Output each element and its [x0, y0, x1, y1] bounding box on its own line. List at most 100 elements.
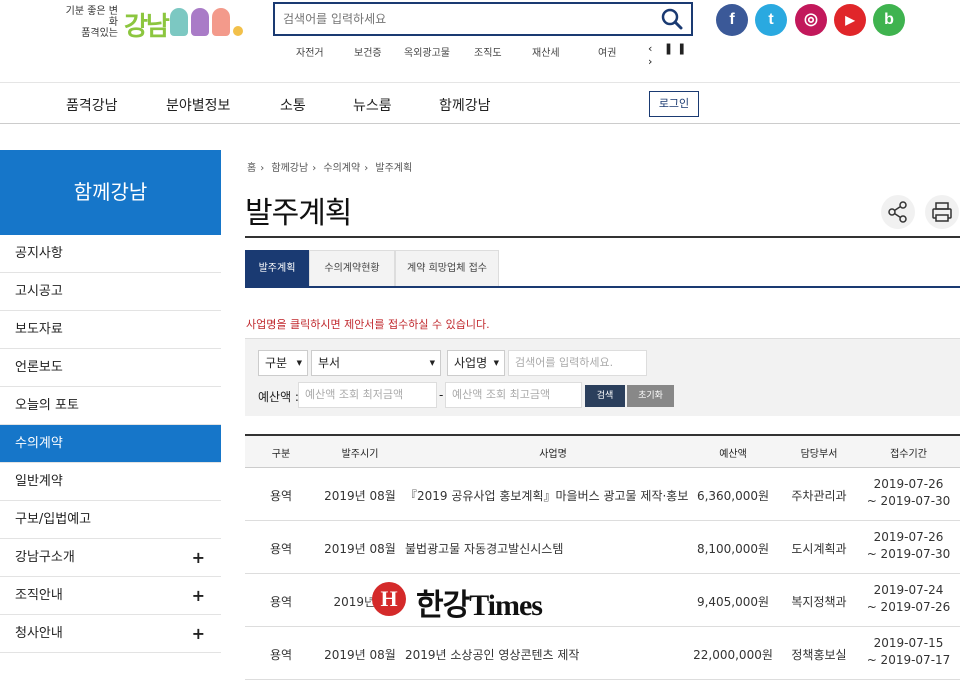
sidebar-item[interactable]: 공지사항	[0, 235, 221, 273]
table-body: 용역 2019년 08월 『2019 공유사업 홍보계획』마을버스 광고물 제작·홍…	[245, 468, 960, 680]
print-icon[interactable]	[925, 195, 959, 229]
reset-button[interactable]: 초기화	[627, 385, 674, 407]
cell-budget: 9,405,000원	[696, 595, 770, 609]
type-select[interactable]: 구분 ▼	[258, 350, 308, 376]
period-end: ~ 2019-07-30	[866, 494, 951, 508]
cell-period: 2019년 08월	[324, 648, 396, 662]
sidebar-item[interactable]: 일반계약	[0, 463, 221, 501]
nav-item[interactable]: 함께강남	[439, 95, 491, 115]
search-input[interactable]	[275, 4, 645, 34]
nav-item[interactable]: 분야별정보	[166, 95, 230, 115]
sidebar-item-label: 수의계약	[15, 436, 63, 451]
caret-down-icon: ▼	[296, 359, 302, 367]
twitter-icon[interactable]: t	[755, 4, 787, 36]
sidebar-item[interactable]: 구보/입법예고	[0, 501, 221, 539]
breadcrumb-home[interactable]: 홈	[247, 163, 256, 174]
title-divider	[245, 236, 960, 238]
cell-project-title[interactable]: 불법광고물 자동경고발신시스템	[405, 540, 695, 557]
logo-slogan-line1: 기분 좋은 변화	[65, 6, 118, 28]
sidebar-item[interactable]: 고시공고	[0, 273, 221, 311]
search-icon[interactable]	[661, 8, 683, 30]
sidebar-item[interactable]: 청사안내 +	[0, 615, 221, 653]
sidebar-item[interactable]: 오늘의 포토	[0, 387, 221, 425]
share-icon[interactable]	[881, 195, 915, 229]
keyword-controls[interactable]: ‹ ❚❚ ›	[648, 42, 702, 68]
period-start: 2019-07-24	[873, 583, 944, 597]
cell-type: 용역	[269, 595, 293, 609]
facebook-icon[interactable]: f	[716, 4, 748, 36]
cell-reception-period: 2019-07-15 ~ 2019-07-17	[857, 635, 960, 669]
table-row: 용역 2019년 08월 『2019 공유사업 홍보계획』마을버스 광고물 제작·홍…	[245, 468, 960, 521]
mascot-characters	[170, 8, 246, 40]
budget-min-input[interactable]: 예산액 조회 최저금액	[298, 382, 437, 408]
sidebar-item[interactable]: 언론보도	[0, 349, 221, 387]
period-start: 2019-07-15	[873, 636, 944, 650]
budget-max-input[interactable]: 예산액 조회 최고금액	[445, 382, 582, 408]
keyword-link[interactable]: 자전거	[296, 44, 324, 59]
sidebar-item[interactable]: 보도자료	[0, 311, 221, 349]
field-select[interactable]: 사업명 ▼	[447, 350, 505, 376]
sidebar-item-label: 구보/입법예고	[15, 512, 92, 527]
breadcrumb-item[interactable]: 함께강남	[271, 163, 308, 174]
cell-department: 주차관리과	[791, 489, 847, 503]
nav-item[interactable]: 소통	[280, 95, 306, 115]
cell-project-title[interactable]: 『2019 공유사업 홍보계획』마을버스 광고물 제작·홍보	[405, 487, 695, 504]
top-header: 기분 좋은 변화 품격있는 강남 자전거 보건증 옥외광고물 조직도 재산세 여…	[0, 0, 960, 82]
sidebar-item[interactable]: 조직안내 +	[0, 577, 221, 615]
watermark-text: 한강Times	[416, 589, 543, 622]
caret-down-icon: ▼	[429, 359, 435, 367]
nav-item[interactable]: 품격강남	[66, 95, 118, 115]
logo-slogan-line2: 품격있는	[81, 28, 118, 39]
site-logo[interactable]: 기분 좋은 변화 품격있는 강남	[60, 2, 260, 42]
chevron-right-icon: ›	[260, 163, 265, 174]
nav-item[interactable]: 뉴스룸	[353, 95, 392, 115]
logo-name: 강남	[124, 12, 170, 42]
tab-contract-status[interactable]: 수의계약현황	[309, 250, 395, 286]
breadcrumb-item[interactable]: 수의계약	[323, 163, 360, 174]
caret-down-icon: ▼	[493, 359, 499, 367]
table-row: 용역 2019년 0 9,405,000원 복지정책과 2019-07-24 ~ 2019…	[245, 574, 960, 627]
cell-department: 도시계획과	[791, 542, 847, 556]
column-header: 예산액	[719, 449, 747, 460]
search-button[interactable]: 검색	[585, 385, 625, 407]
mascot-icon	[233, 26, 243, 36]
chevron-right-icon: ›	[364, 163, 369, 174]
instagram-icon[interactable]: ◎	[795, 4, 827, 36]
period-start: 2019-07-26	[873, 477, 944, 491]
cell-period: 2019년 08월	[324, 489, 396, 503]
login-button[interactable]: 로그인	[649, 91, 699, 117]
column-header: 접수기간	[890, 449, 927, 460]
cell-project-title[interactable]: 2019년 소상공인 영상콘텐츠 제작	[405, 646, 695, 663]
department-select[interactable]: 부서 ▼	[311, 350, 441, 376]
column-header: 담당부서	[800, 449, 838, 460]
tab-order-plan[interactable]: 발주계획	[245, 250, 309, 286]
keyword-link[interactable]: 옥외광고물	[404, 44, 450, 59]
field-select-value: 사업명	[454, 356, 488, 370]
sidebar-item[interactable]: 강남구소개 +	[0, 539, 221, 577]
column-header: 발주시기	[341, 449, 379, 460]
sidebar: 함께강남 공지사항 고시공고 보도자료 언론보도 오늘의 포토 수의계약 일반계약 구보/입법…	[0, 150, 221, 653]
youtube-icon[interactable]: ▶	[834, 4, 866, 36]
sidebar-item[interactable]: 수의계약	[0, 425, 221, 463]
cell-type: 용역	[269, 542, 293, 556]
cell-budget: 8,100,000원	[696, 542, 770, 556]
logo-slogan: 기분 좋은 변화 품격있는	[60, 6, 118, 39]
chevron-right-icon: ›	[312, 163, 317, 174]
page-title: 발주계획	[245, 196, 352, 231]
budget-label: 예산액 :	[258, 390, 299, 404]
tab-vendor-application[interactable]: 계약 희망업체 접수	[395, 250, 499, 286]
keyword-link[interactable]: 보건증	[354, 44, 382, 59]
sidebar-item-label: 고시공고	[15, 284, 63, 299]
period-end: ~ 2019-07-30	[866, 547, 951, 561]
keyword-link[interactable]: 조직도	[474, 44, 502, 59]
notice-text: 사업명을 클릭하시면 제안서를 접수하실 수 있습니다.	[246, 318, 490, 331]
keyword-link[interactable]: 여권	[598, 44, 616, 59]
blog-icon[interactable]: b	[873, 4, 905, 36]
keyword-input[interactable]: 검색어를 입력하세요.	[508, 350, 647, 376]
keyword-link[interactable]: 재산세	[532, 44, 560, 59]
sidebar-item-label: 일반계약	[15, 474, 63, 489]
sidebar-item-label: 조직안내	[15, 588, 63, 603]
period-end: ~ 2019-07-26	[866, 600, 951, 614]
watermark-mark: H	[372, 582, 406, 616]
order-plan-table: 구분 발주시기 사업명 예산액 담당부서 접수기간 용역 2019년 08월 『20…	[245, 434, 960, 680]
